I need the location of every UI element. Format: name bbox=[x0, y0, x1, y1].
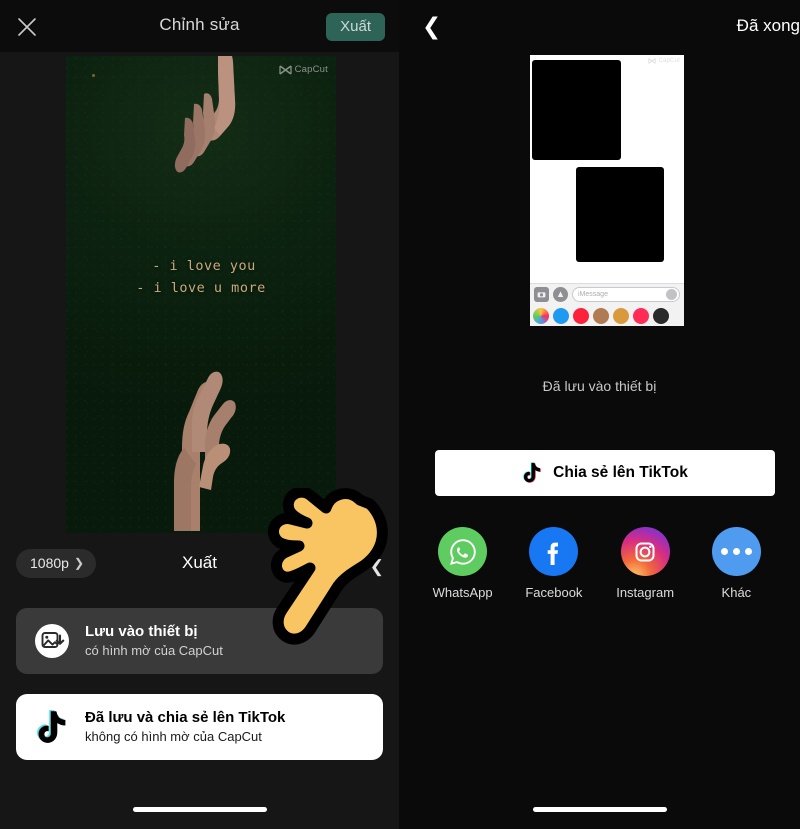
option-save-text: Lưu vào thiết bị có hình mờ của CapCut bbox=[85, 622, 223, 660]
caption-line-2: - i love u more bbox=[136, 280, 266, 296]
video-caption: - i love you - i love u more bbox=[66, 255, 336, 299]
imessage-capcut-watermark: CapCut bbox=[648, 58, 680, 64]
share-target-instagram[interactable]: Instagram bbox=[610, 527, 680, 600]
instagram-icon bbox=[620, 527, 670, 576]
capcut-logo-icon bbox=[278, 64, 292, 75]
camera-icon[interactable] bbox=[534, 287, 549, 302]
share-label-more: Khác bbox=[721, 585, 752, 600]
share-label-instagram: Instagram bbox=[616, 585, 675, 600]
home-indicator-right bbox=[532, 807, 667, 812]
option-tiktok-title: Đã lưu và chia sẻ lên TikTok bbox=[85, 709, 286, 726]
right-header: ❮ Đã xong bbox=[399, 0, 800, 52]
left-header: Chỉnh sửa Xuất bbox=[0, 0, 399, 52]
option-tiktok-text: Đã lưu và chia sẻ lên TikTok không có hì… bbox=[85, 708, 285, 746]
save-to-device-icon bbox=[33, 622, 71, 660]
tiktok-icon bbox=[523, 462, 541, 483]
video-hand-lower bbox=[174, 371, 236, 531]
dots-group bbox=[720, 548, 752, 555]
option-save-share-tiktok[interactable]: Đã lưu và chia sẻ lên TikTok không có hì… bbox=[16, 694, 383, 760]
video-hand-upper bbox=[174, 56, 236, 173]
drawer-app-appstore[interactable] bbox=[553, 307, 569, 324]
chevron-left-icon[interactable]: ❮ bbox=[370, 557, 384, 577]
share-target-more[interactable]: Khác bbox=[701, 527, 771, 600]
send-arrow-icon[interactable] bbox=[666, 289, 677, 300]
option-save-title: Lưu vào thiết bị bbox=[85, 623, 198, 640]
facebook-icon bbox=[529, 527, 579, 576]
drawer-app-memoji-1[interactable] bbox=[593, 307, 609, 324]
video-speck bbox=[92, 74, 95, 77]
export-button[interactable]: Xuất bbox=[326, 13, 385, 41]
left-panel-capcut-export: Chỉnh sửa Xuất CapCut - i love you - i l… bbox=[0, 0, 399, 829]
app-store-icon[interactable] bbox=[553, 287, 568, 302]
right-panel-share-sheet: ❮ Đã xong CapCut iMessage Đã lưu vào thi… bbox=[399, 0, 800, 829]
drawer-app-memoji-2[interactable] bbox=[613, 307, 629, 324]
imessage-watermark-label: CapCut bbox=[658, 58, 680, 64]
option-tiktok-subtitle: không có hình mờ của CapCut bbox=[85, 729, 262, 744]
home-indicator-left bbox=[132, 807, 267, 812]
done-button[interactable]: Đã xong bbox=[737, 16, 800, 36]
back-chevron-left-icon[interactable]: ❮ bbox=[422, 14, 441, 38]
share-targets-row: WhatsApp Facebook Instagram Khác bbox=[399, 527, 800, 600]
message-bubble bbox=[576, 167, 664, 262]
tiktok-icon bbox=[33, 708, 71, 746]
imessage-text-field[interactable]: iMessage bbox=[572, 287, 680, 302]
share-to-tiktok-button[interactable]: Chia sẻ lên TikTok bbox=[435, 450, 775, 496]
capcut-watermark-label: CapCut bbox=[294, 64, 328, 75]
option-save-subtitle: có hình mờ của CapCut bbox=[85, 643, 223, 658]
imessage-input-bar[interactable]: iMessage bbox=[530, 283, 684, 305]
share-label-facebook: Facebook bbox=[525, 585, 583, 600]
imessage-placeholder: iMessage bbox=[578, 291, 608, 298]
drawer-app-more[interactable] bbox=[653, 307, 669, 324]
caption-line-1: - i love you bbox=[152, 258, 256, 274]
export-bar-title: Xuất bbox=[182, 553, 217, 572]
whatsapp-icon bbox=[438, 527, 488, 576]
status-badge: Đã lưu vào thiết bị bbox=[542, 378, 657, 394]
option-save-to-device[interactable]: Lưu vào thiết bị có hình mờ của CapCut bbox=[16, 608, 383, 674]
drawer-app-gifs[interactable] bbox=[633, 307, 649, 324]
message-bubble bbox=[532, 60, 621, 160]
video-preview[interactable]: CapCut - i love you - i love u more bbox=[66, 56, 336, 533]
share-target-whatsapp[interactable]: WhatsApp bbox=[428, 527, 498, 600]
imessage-preview[interactable]: CapCut iMessage bbox=[530, 55, 684, 326]
capcut-logo-icon bbox=[648, 58, 657, 64]
share-label-whatsapp: WhatsApp bbox=[432, 585, 493, 600]
share-to-tiktok-label: Chia sẻ lên TikTok bbox=[553, 464, 688, 481]
share-target-facebook[interactable]: Facebook bbox=[519, 527, 589, 600]
screenshot-root: Chỉnh sửa Xuất CapCut - i love you - i l… bbox=[0, 0, 800, 829]
more-dots-icon bbox=[711, 527, 761, 576]
imessage-app-drawer[interactable] bbox=[530, 305, 684, 326]
export-bar: 1080p ❯ Xuất ❮ bbox=[0, 540, 399, 592]
capcut-watermark: CapCut bbox=[278, 64, 328, 75]
drawer-app-photos[interactable] bbox=[533, 307, 549, 324]
drawer-app-music[interactable] bbox=[573, 307, 589, 324]
